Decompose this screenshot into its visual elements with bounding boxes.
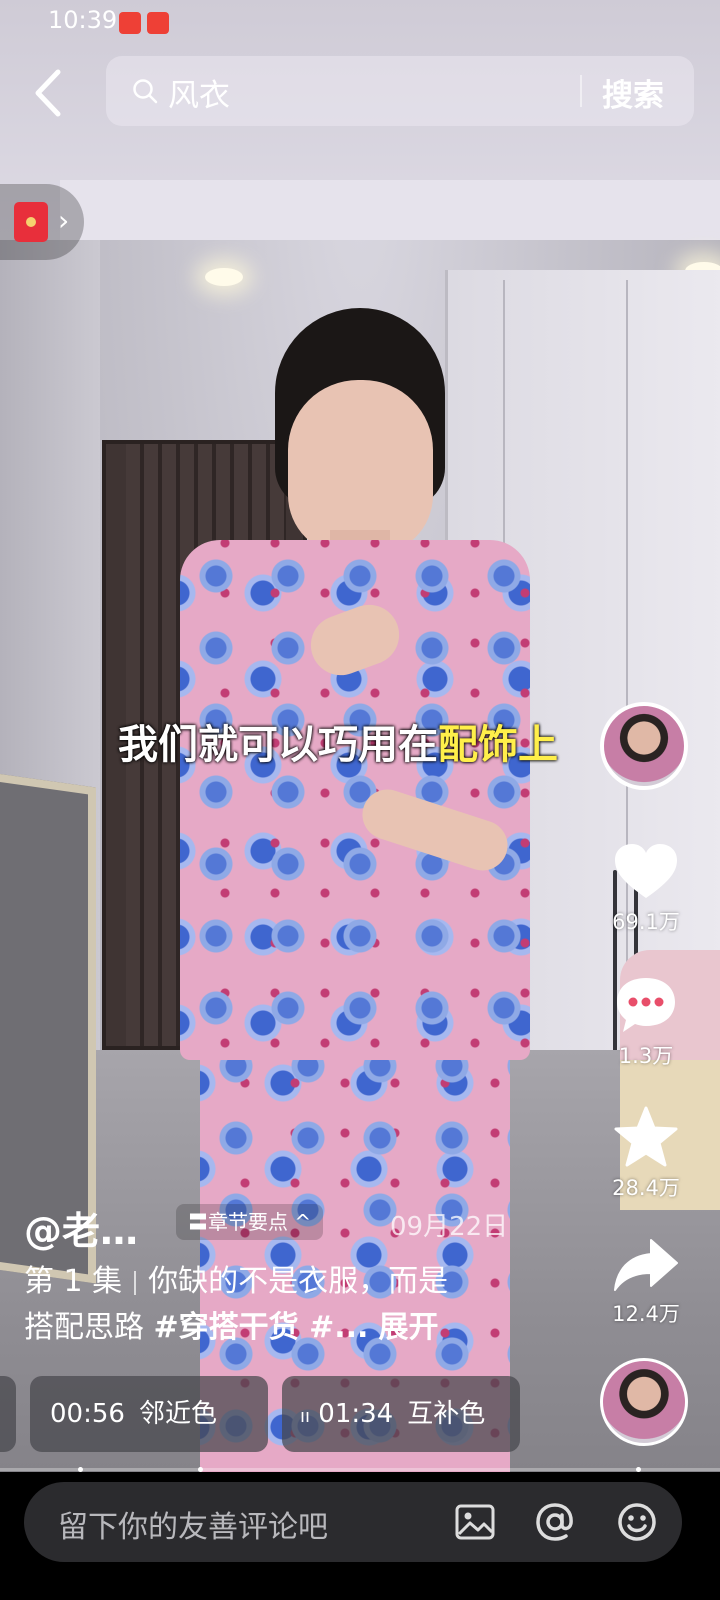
chapter-time: 00:56 <box>50 1399 125 1429</box>
favorite-button[interactable]: 28.4万 <box>600 1106 692 1202</box>
expand-button[interactable]: 展开 <box>378 1310 438 1345</box>
chapter-chip[interactable]: ıı 01:34 互补色 <box>282 1376 520 1452</box>
description-text: 你缺的不是衣服，而是 <box>148 1264 449 1299</box>
bottom-bar: 留下你的友善评论吧 <box>0 1472 720 1600</box>
comment-icon <box>617 978 675 1032</box>
search-icon <box>133 79 158 104</box>
post-date: 09月22日 <box>390 1212 509 1242</box>
search-divider <box>580 75 582 107</box>
post-description-line1: 第 1 集你缺的不是衣服，而是 <box>24 1256 448 1300</box>
author-avatar[interactable] <box>600 702 688 790</box>
audio-bars-icon: ıı <box>300 1406 311 1427</box>
chapter-label: 互补色 <box>407 1399 486 1429</box>
comment-input[interactable]: 留下你的友善评论吧 <box>24 1482 682 1562</box>
hashtags[interactable]: #穿搭干货 #... <box>154 1310 369 1345</box>
subtitle-highlight: 配饰上 <box>438 722 558 768</box>
search-input[interactable]: 风衣 <box>168 70 230 115</box>
heart-icon <box>615 844 677 898</box>
video-subtitle: 我们就可以巧用在配饰上 <box>118 712 558 770</box>
chapter-time: 01:34 <box>318 1399 394 1429</box>
chapter-chip[interactable] <box>0 1376 16 1452</box>
favorite-count: 28.4万 <box>612 1176 680 1200</box>
back-button[interactable] <box>28 68 72 118</box>
at-mention-icon[interactable] <box>534 1501 576 1543</box>
red-packet-button[interactable]: › <box>0 184 84 260</box>
music-avatar[interactable] <box>600 1358 688 1446</box>
search-button[interactable]: 搜索 <box>602 70 664 115</box>
status-time: 10:39 <box>48 6 118 34</box>
subtitle-text: 我们就可以巧用在 <box>118 722 438 768</box>
author-name[interactable]: @老… <box>24 1200 138 1255</box>
comment-count: 1.3万 <box>618 1044 674 1068</box>
search-bar[interactable]: 风衣 搜索 <box>106 56 694 126</box>
emoji-icon[interactable] <box>616 1501 658 1543</box>
share-arrow-icon <box>614 1239 678 1291</box>
notification-icon <box>147 12 169 34</box>
ceiling-lamp <box>205 268 243 286</box>
image-icon[interactable] <box>454 1501 496 1543</box>
video-progress-bar[interactable] <box>0 1467 720 1472</box>
chevron-right-icon: › <box>58 204 70 237</box>
chapter-points-button[interactable]: 〓章节要点 ^ <box>176 1204 324 1240</box>
red-packet-icon <box>14 202 48 242</box>
comment-button[interactable]: 1.3万 <box>600 974 692 1070</box>
share-count: 12.4万 <box>612 1302 680 1326</box>
notification-icon <box>119 12 141 34</box>
share-button[interactable]: 12.4万 <box>600 1236 692 1328</box>
like-button[interactable]: 69.1万 <box>600 842 692 936</box>
episode-label: 第 1 集 <box>24 1264 123 1299</box>
like-count: 69.1万 <box>612 910 680 934</box>
comment-placeholder: 留下你的友善评论吧 <box>58 1510 328 1545</box>
scene-ceiling-step <box>60 180 720 240</box>
status-bar: 10:39 <box>0 0 720 46</box>
post-description-line2: 搭配思路 #穿搭干货 #... 展开 <box>24 1302 438 1346</box>
chapter-label: 邻近色 <box>138 1399 217 1429</box>
description-text: 搭配思路 <box>24 1310 144 1345</box>
chevron-left-icon <box>35 69 61 117</box>
star-icon <box>614 1106 678 1167</box>
chapter-chip[interactable]: 00:56 邻近色 <box>30 1376 268 1452</box>
